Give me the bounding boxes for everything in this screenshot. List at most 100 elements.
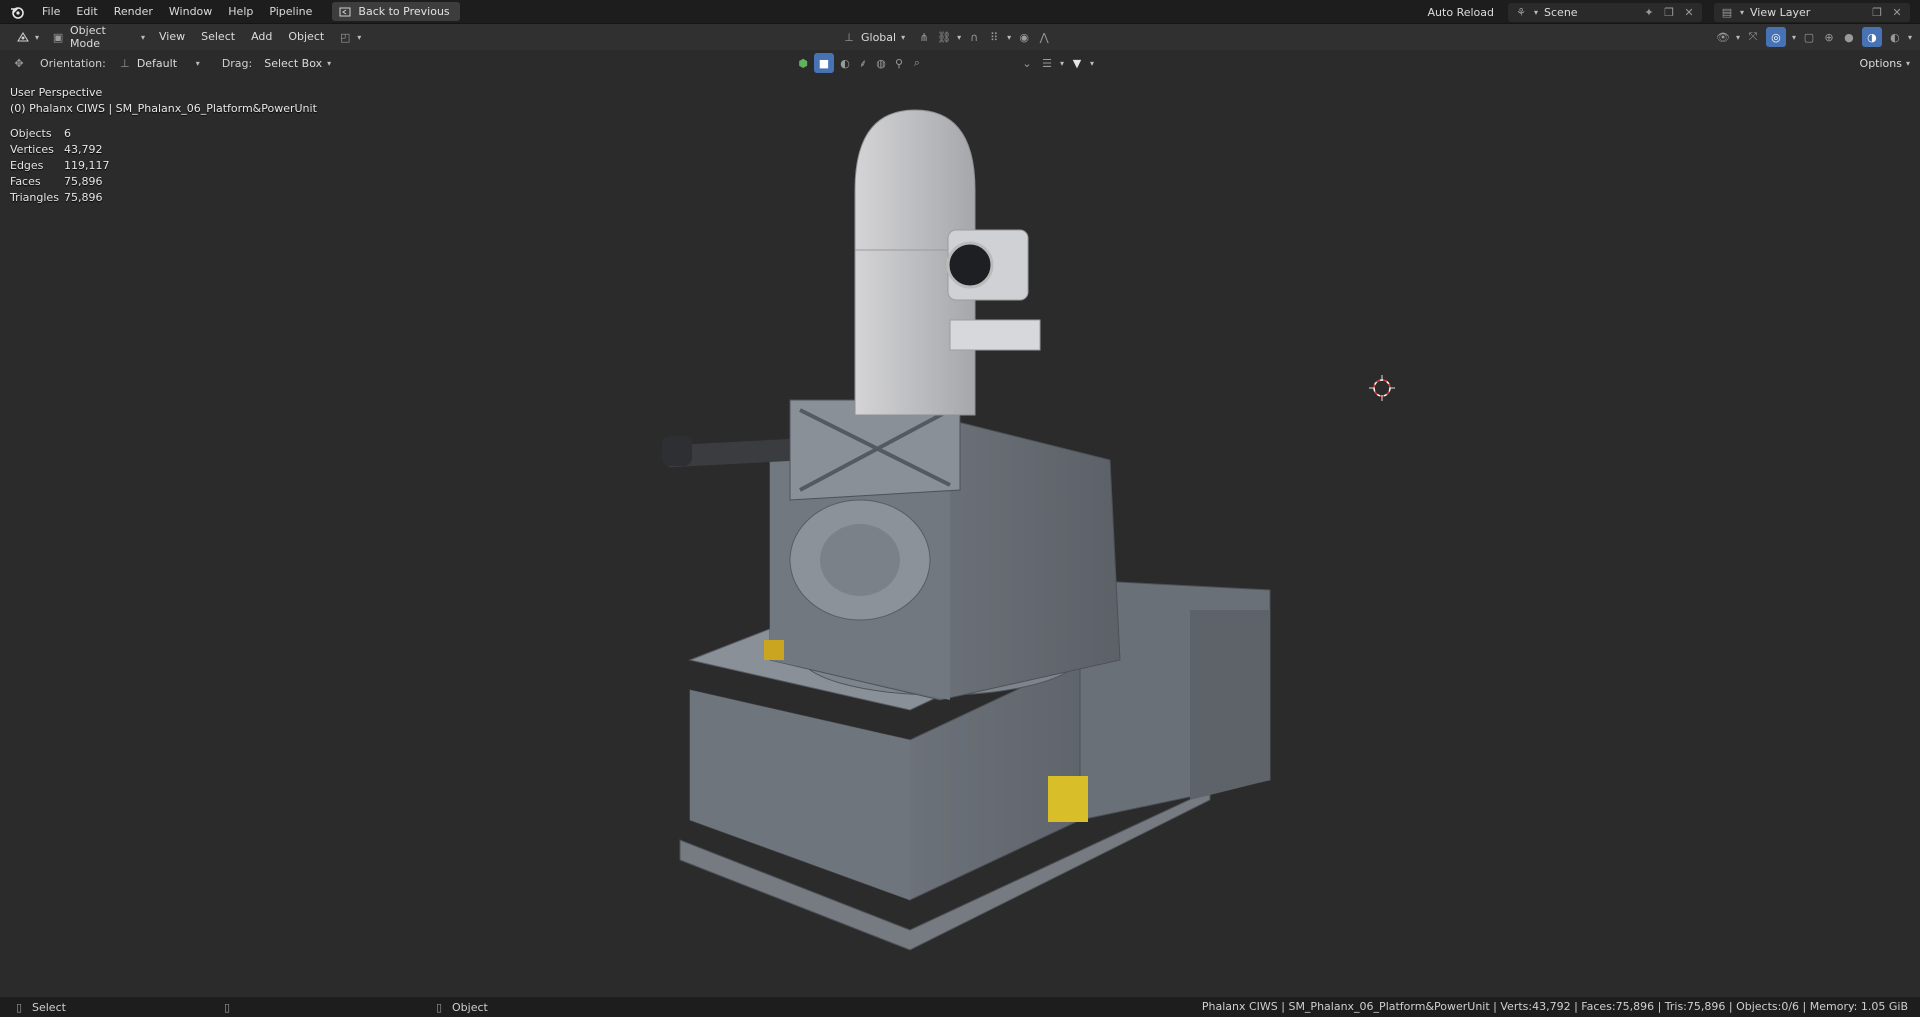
- auto-reload-label[interactable]: Auto Reload: [1428, 6, 1494, 19]
- active-object-label: (0) Phalanx CIWS | SM_Phalanx_06_Platfor…: [10, 102, 317, 115]
- drag-label: Drag:: [221, 56, 253, 70]
- snap-magnet-icon[interactable]: ∩: [967, 30, 981, 44]
- mode-dropdown[interactable]: ▣ Object Mode ▾: [45, 24, 151, 50]
- globe-icon[interactable]: ◍: [874, 56, 888, 70]
- orientation-dropdown[interactable]: ⊥ Default ▾: [112, 53, 206, 73]
- chevron-down-icon: ▾: [1007, 32, 1012, 42]
- phalanx-ciws-model[interactable]: [650, 100, 1290, 990]
- status-select-label: Select: [32, 1000, 66, 1014]
- blender-logo-icon[interactable]: [0, 0, 34, 24]
- axis-icon: ⊥: [844, 30, 854, 44]
- proportional-edit-icon[interactable]: ◉: [1017, 30, 1031, 44]
- close-icon[interactable]: ✕: [1682, 5, 1696, 19]
- chevron-down-icon: ▾: [327, 58, 332, 68]
- chevron-down-icon: ▾: [141, 32, 146, 42]
- snap-grid-icon[interactable]: ⠿: [987, 30, 1001, 44]
- viewport-header: ▾ ▣ Object Mode ▾ View Select Add Object…: [0, 24, 1920, 50]
- back-icon: [338, 5, 352, 19]
- menu-select[interactable]: Select: [193, 24, 243, 50]
- overlays-icon[interactable]: ◎: [1765, 27, 1786, 47]
- menu-view[interactable]: View: [151, 24, 193, 50]
- chevron-icon[interactable]: ⌄: [1020, 56, 1034, 70]
- search-icon[interactable]: ⌕: [910, 56, 924, 70]
- chevron-down-icon: ▾: [1907, 32, 1912, 42]
- orientation-value: Default: [136, 56, 178, 70]
- chevron-down-icon: ▾: [1740, 7, 1745, 17]
- drag-dropdown[interactable]: Select Box ▾: [258, 53, 337, 73]
- status-left-click: ▯ Select: [12, 997, 66, 1017]
- color-cube-icon[interactable]: ⬢: [796, 56, 810, 70]
- editor-type-icon: [17, 32, 29, 42]
- status-middle-click: ▯: [220, 997, 234, 1017]
- gizmo-icon[interactable]: ⤧: [1746, 30, 1760, 44]
- back-to-previous-button[interactable]: Back to Previous: [332, 2, 460, 21]
- pin-icon[interactable]: ✦: [1642, 5, 1656, 19]
- visibility-icon[interactable]: 👁: [1716, 30, 1730, 44]
- chevron-down-icon: ▾: [1735, 32, 1740, 42]
- xray-icon[interactable]: ▢: [1802, 30, 1816, 44]
- stat-value: 119,117: [64, 159, 110, 172]
- status-bar: ▯ Select ▯ ▯ Object Phalanx CIWS | SM_Ph…: [0, 997, 1920, 1017]
- chevron-down-icon: ▾: [1905, 58, 1910, 68]
- chevron-down-icon: ▾: [957, 32, 962, 42]
- status-info: Phalanx CIWS | SM_Phalanx_06_Platform&Po…: [1201, 1000, 1908, 1013]
- drops-icon[interactable]: ⸙: [856, 56, 870, 70]
- view-layer-icon: ▤: [1721, 5, 1733, 19]
- options-button[interactable]: Options: [1860, 57, 1902, 70]
- select-mode-icon[interactable]: ■: [814, 53, 834, 73]
- stat-value: 75,896: [64, 175, 103, 188]
- status-right-click: ▯ Object: [432, 997, 488, 1017]
- gizmo-dropdown[interactable]: ◰ ▾: [332, 27, 367, 47]
- stat-row: Vertices 43,792: [10, 142, 110, 158]
- tree-icon[interactable]: ⚲: [892, 56, 906, 70]
- object-mode-icon: ▣: [52, 30, 64, 44]
- move-tool-icon[interactable]: ✥: [12, 56, 26, 70]
- tool-settings-bar: ✥ Orientation: ⊥ Default ▾ Drag: Select …: [0, 50, 1920, 76]
- new-scene-icon[interactable]: ❐: [1662, 5, 1676, 19]
- menu-add[interactable]: Add: [243, 24, 280, 50]
- menu-file[interactable]: File: [34, 0, 68, 24]
- chevron-down-icon: ▾: [35, 32, 40, 42]
- close-icon[interactable]: ✕: [1890, 5, 1904, 19]
- menu-edit[interactable]: Edit: [68, 0, 105, 24]
- stat-row: Faces 75,896: [10, 174, 110, 190]
- chevron-down-icon: ▾: [357, 32, 362, 42]
- editor-type-dropdown[interactable]: ▾: [10, 27, 45, 47]
- scene-statistics: Objects 6 Vertices 43,792 Edges 119,117 Fac…: [10, 126, 110, 206]
- scene-name: Scene: [1544, 5, 1578, 19]
- stat-label: Edges: [10, 159, 44, 172]
- chevron-down-icon: ▾: [901, 32, 906, 42]
- filter-icon[interactable]: ▼: [1070, 56, 1084, 70]
- menu-window[interactable]: Window: [161, 0, 220, 24]
- stat-label: Triangles: [10, 191, 59, 204]
- stat-value: 75,896: [64, 191, 103, 204]
- chevron-down-icon: ▾: [1534, 7, 1539, 17]
- viewport-info: User Perspective (0) Phalanx CIWS | SM_P…: [10, 85, 317, 117]
- select-box-icon: ◰: [339, 30, 351, 44]
- material-preview-shading-icon[interactable]: ◑: [1861, 27, 1882, 47]
- menu-object[interactable]: Object: [280, 24, 332, 50]
- stat-value: 43,792: [64, 143, 103, 156]
- material-sphere-icon[interactable]: ◐: [838, 56, 852, 70]
- stat-row: Objects 6: [10, 126, 110, 142]
- stat-label: Faces: [10, 175, 41, 188]
- view-layer-name: View Layer: [1750, 5, 1811, 19]
- 3d-cursor-icon[interactable]: [1369, 375, 1395, 401]
- stat-row: Triangles 75,896: [10, 190, 110, 206]
- falloff-icon[interactable]: ⋀: [1037, 30, 1051, 44]
- menu-help[interactable]: Help: [220, 0, 261, 24]
- solid-shading-icon[interactable]: ●: [1842, 30, 1856, 44]
- rendered-shading-icon[interactable]: ◐: [1888, 30, 1902, 44]
- menu-render[interactable]: Render: [106, 0, 161, 24]
- new-view-layer-icon[interactable]: ❐: [1870, 5, 1884, 19]
- view-layer-selector[interactable]: ▤ ▾ View Layer ❐ ✕: [1714, 2, 1910, 22]
- link-icon[interactable]: ⛓: [937, 30, 951, 44]
- chevron-down-icon: ▾: [1060, 58, 1065, 68]
- pivot-icon[interactable]: ⋔: [917, 30, 931, 44]
- transform-orientation-dropdown[interactable]: ⊥ Global ▾: [836, 27, 911, 47]
- transform-orientation-label: Global: [861, 30, 897, 44]
- wireframe-shading-icon[interactable]: ⊕: [1822, 30, 1836, 44]
- scene-selector[interactable]: ⚘ ▾ Scene ✦ ❐ ✕: [1508, 2, 1702, 22]
- menu-pipeline[interactable]: Pipeline: [261, 0, 320, 24]
- list-icon[interactable]: ☰: [1040, 56, 1054, 70]
